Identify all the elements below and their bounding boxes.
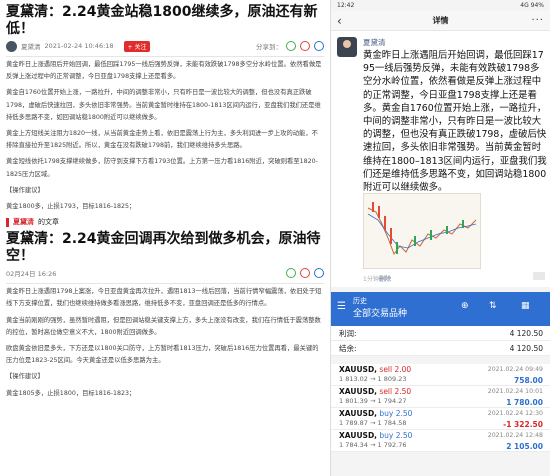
balance-value: 4 120.50 [509,343,543,353]
comment-icon[interactable] [533,272,545,280]
title-bar: ‹ 详情 ··· [331,11,550,31]
balance-row: 结余: 4 120.50 [331,341,550,356]
author-name[interactable]: 夏黛清 [21,41,41,51]
post-time: 1分钟 [363,276,379,283]
trade-pnl: 1 780.00 [506,398,543,407]
article-meta: 02月24日 16:26 [0,265,330,281]
advice-header: 【操作建议】 [6,186,44,194]
advice-text: 黄金1805多，止损1800，目标1816-1823； [6,389,136,397]
trade-list: XAUUSD, sell 2.00 1 813.02 → 1 809.23 20… [331,364,550,452]
trade-side: buy 2.50 [379,431,413,440]
trade-symbol: XAUUSD, [339,409,378,418]
symbol-filter[interactable]: 全部交易品种 [353,306,407,319]
article-panel: 夏黛清：2.24黄金站稳1800继续多，原油还有新低！ 夏黛清 2021-02-… [0,0,330,476]
trade-symbol: XAUUSD, [339,387,378,396]
trade-row[interactable]: XAUUSD, sell 2.50 1 801.39 → 1 794.27 20… [331,386,550,408]
divider [6,283,324,285]
author-avatar[interactable] [6,40,17,52]
divider [6,56,324,57]
balance-label: 结余: [339,343,357,353]
chart-thumbnail [367,202,477,256]
wechat-icon[interactable] [286,268,296,279]
article-paragraph: 黄金昨日上涨遇阻1798上案涨，今日亚盘黄金再次拉升，遇阻1813一线后回落，当… [6,288,322,308]
share-bar [286,268,324,279]
follow-button[interactable]: + 关注 [123,40,151,52]
trade-row[interactable]: XAUUSD, buy 2.50 1 784.34 → 1 792.76 202… [331,430,550,452]
trade-symbol: XAUUSD, [339,431,378,440]
trade-pnl: 758.00 [514,376,543,385]
post-text: 黄金昨日上涨遇阻后开始回调，最低回踩1795一线后强势反弹，未能有效跌破1798… [363,50,547,194]
wechat-icon[interactable] [286,41,296,51]
phone-panel: 12:42 4G 94% ‹ 详情 ··· 夏黛清 黄金昨日上涨遇阻后开始回调，… [330,0,550,476]
section-marker [6,217,9,227]
history-label: 历史 [353,297,367,305]
trade-side: buy 2.50 [379,409,413,418]
status-right: 4G 94% [520,2,544,9]
trade-prices: 1 813.02 → 1 809.23 [339,375,407,383]
qq-icon[interactable] [314,268,324,279]
account-summary: 利润: 4 120.50 结余: 4 120.50 [331,326,550,356]
post-chart-image[interactable] [363,193,481,269]
calendar-icon[interactable]: ▦ [521,301,530,311]
article-paragraph: 黄金上方短线关注阻力1820一线，从当前黄金走势上看，依旧是震荡上行为主，多头利… [6,130,318,150]
trade-side: sell 2.00 [379,365,412,374]
weibo-icon[interactable] [300,41,310,51]
trade-symbol: XAUUSD, [339,365,378,374]
article-paragraph: 欧盘黄金依旧是多头，下方还是以1800关口防守，上方暂时看1813压力，突破后1… [6,345,319,365]
trade-time: 2021.02.24 12:30 [487,410,543,417]
status-time: 12:42 [337,2,355,9]
back-arrow-icon[interactable]: ‹ [337,14,351,28]
poster-name[interactable]: 夏黛清 [363,37,386,48]
qq-icon[interactable] [314,41,324,51]
more-icon[interactable]: ··· [530,15,544,26]
trade-pnl: 2 105.00 [506,442,543,451]
article-date: 02月24日 16:26 [6,270,57,279]
trade-time: 2021.02.24 10:01 [487,388,543,395]
trade-row[interactable]: XAUUSD, buy 2.50 1 789.87 → 1 784.58 202… [331,408,550,430]
author-articles-bar[interactable]: 夏黛清 的文章 [0,215,330,229]
trade-history-header: ☰ 历史 全部交易品种 ⊕ ⇅ ▦ [331,292,550,326]
screen-title: 详情 [432,16,449,25]
share-bar: 分享到： [256,41,324,51]
weibo-icon[interactable] [300,268,310,279]
trade-pnl: -1 322.50 [503,420,543,429]
delete-link[interactable]: 删除 [379,274,391,283]
add-order-icon[interactable]: ⊕ [461,301,469,311]
article-paragraph: 黄金自1760位置开始上涨，一路拉升，中间的调整非常小，只有昨日是一波比较大的调… [6,89,321,121]
article-meta: 夏黛清 2021-02-24 10:46:18 + 关注 分享到： [0,38,330,54]
article-paragraph: 黄金短线依托1798支撑继续做多，防守到支撑下方看1793位置。上方第一压力看1… [6,158,318,178]
poster-avatar[interactable] [337,37,357,57]
moment-post: 夏黛清 黄金昨日上涨遇阻后开始回调，最低回踩1795一线后强势反弹，未能有效跌破… [331,31,550,287]
article-title[interactable]: 夏黛清：2.24黄金回调再次给到做多机会，原油待空！ [0,231,330,265]
profit-value: 4 120.50 [509,328,543,338]
trade-time: 2021.02.24 12:48 [487,432,543,439]
trade-side: sell 2.50 [379,387,412,396]
section-author: 夏黛清 [13,218,34,227]
advice-text: 黄金1800多，止损1793，目标1816-1825； [6,203,136,211]
status-bar: 12:42 4G 94% [331,0,550,11]
profit-row: 利润: 4 120.50 [331,326,550,341]
profit-label: 利润: [339,328,357,338]
article-title[interactable]: 夏黛清：2.24黄金站稳1800继续多，原油还有新低！ [0,4,330,38]
section-suffix: 的文章 [38,218,59,227]
trade-time: 2021.02.24 09:49 [487,366,543,373]
article-paragraph: 黄金昨日上涨遇阻后开始回调，最低回踩1795一线后强势反弹，未能有效跌破1798… [6,61,322,81]
share-label: 分享到： [256,43,282,51]
article-date: 2021-02-24 10:46:18 [44,42,114,50]
menu-icon[interactable]: ☰ [337,301,346,312]
advice-header: 【操作建议】 [6,373,44,381]
article-paragraph: 黄金当前刚刚的强势，虽然暂时遇阻，但是回调站稳关键支撑上方，多头上涨没有改变，我… [6,316,321,336]
trade-row[interactable]: XAUUSD, sell 2.00 1 813.02 → 1 809.23 20… [331,364,550,386]
sort-icon[interactable]: ⇅ [489,301,497,311]
